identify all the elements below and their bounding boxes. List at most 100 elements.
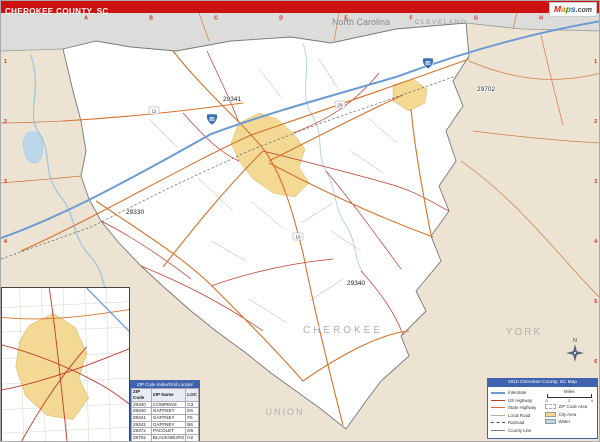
legend-item: Local Road (491, 411, 541, 419)
cell: B6 (186, 421, 199, 428)
cell: 29340 (132, 408, 152, 415)
legend-label: State Highway (508, 405, 536, 410)
map-legend: 2010 Cherokee County, SC Map Interstate … (487, 378, 598, 439)
table-row: 29330 COWPENS C3 (132, 401, 199, 408)
cell: E6 (186, 408, 199, 415)
legend-item: Railroad (491, 419, 541, 427)
city-area-swatch (545, 412, 556, 417)
shield-number: 85 (209, 117, 215, 123)
water-swatch (545, 419, 556, 424)
logo-letter: M (554, 4, 561, 14)
zip-label-29330: 29330 (126, 209, 144, 216)
table-row: 29342 GAFFNEY B6 (132, 421, 199, 428)
scale-tick: 4 (591, 398, 593, 403)
legend-item: US Highway (491, 396, 541, 404)
local-road-swatch (491, 415, 505, 416)
cell: PACOLET (151, 428, 185, 435)
zip-index-title: ZIP Code Index/Grid Locator (131, 381, 199, 388)
compass-center (574, 352, 576, 354)
svg-text:C: C (214, 16, 218, 22)
legend-label: Water (559, 419, 571, 424)
table-row: 29372 PACOLET D6 (132, 428, 199, 435)
legend-item: ZIP Code Area (545, 403, 595, 411)
svg-text:2: 2 (594, 119, 597, 125)
title-bar: CHEROKEE COUNTY, SC (1, 1, 600, 13)
legend-title: 2010 Cherokee County, SC Map (488, 379, 597, 387)
zip-label-29340: 29340 (347, 280, 365, 287)
svg-text:4: 4 (594, 239, 597, 245)
inset-map-art (2, 288, 129, 441)
table-row: 29702 BLACKSBURG H2 (132, 435, 199, 442)
legend-label: ZIP Code Area (559, 404, 588, 409)
logo-letter: .com (576, 7, 592, 14)
state-highway-swatch (491, 407, 505, 408)
route-number: 18 (295, 234, 301, 240)
legend-item: Water (545, 418, 595, 426)
cell: COWPENS (151, 401, 185, 408)
cell: F5 (186, 415, 199, 422)
zip-code-index: ZIP Code Index/Grid Locator ZIP Code ZIP… (130, 380, 200, 442)
svg-text:F: F (409, 16, 412, 22)
zip-label-29702: 29702 (477, 86, 495, 93)
svg-text:6: 6 (594, 359, 597, 365)
cell: BLACKSBURG (151, 435, 185, 442)
cell: GAFFNEY (151, 421, 185, 428)
svg-text:G: G (474, 16, 478, 22)
zip-index-table: ZIP Code ZIP Name LOC 29330 COWPENS C3 2… (131, 388, 199, 442)
cell: 29341 (132, 415, 152, 422)
svg-text:D: D (279, 16, 283, 22)
cell: 29342 (132, 421, 152, 428)
svg-text:1: 1 (4, 59, 7, 65)
col-zip-code: ZIP Code (132, 389, 152, 401)
compass-north-label: N (573, 338, 577, 344)
railroad-swatch (491, 422, 505, 423)
svg-text:4: 4 (4, 239, 7, 245)
legend-label: County Line (508, 428, 531, 433)
legend-right-column: Miles 0 2 4 ZIP Code Area City Area Wate… (545, 389, 595, 434)
state-label-north-carolina: North Carolina (332, 17, 390, 27)
maps-com-logo: Maps.com (549, 2, 597, 17)
county-label-cherokee: CHEROKEE (303, 325, 383, 336)
legend-item: Interstate (491, 389, 541, 397)
zip-label-29341: 29341 (223, 96, 241, 103)
legend-item: County Line (491, 426, 541, 434)
county-label-york: YORK (506, 327, 542, 338)
page-title: CHEROKEE COUNTY, SC (1, 6, 109, 18)
zip-area-swatch (545, 404, 556, 409)
cell: 29330 (132, 401, 152, 408)
legend-label: US Highway (508, 398, 532, 403)
table-row: 29340 GAFFNEY E6 (132, 408, 199, 415)
svg-text:3: 3 (4, 179, 7, 185)
route-marker-11: 11 (149, 107, 159, 114)
svg-text:H: H (539, 16, 543, 22)
route-marker-29: 29 (335, 101, 345, 108)
cell: GAFFNEY (151, 408, 185, 415)
svg-text:3: 3 (594, 179, 597, 185)
us-highway-swatch (491, 400, 505, 401)
cell: C3 (186, 401, 199, 408)
scale-tick: 2 (568, 398, 570, 403)
table-row: 29341 GAFFNEY F5 (132, 415, 199, 422)
shield-number: 85 (425, 61, 431, 67)
col-loc: LOC (186, 389, 199, 401)
legend-label: Interstate (508, 390, 526, 395)
svg-text:1: 1 (594, 59, 597, 65)
county-line-swatch (491, 430, 505, 431)
legend-item: City Area (545, 410, 595, 418)
legend-label: Local Road (508, 413, 530, 418)
county-label-union: UNION (266, 407, 305, 417)
cell: 29372 (132, 428, 152, 435)
legend-label: City Area (559, 412, 577, 417)
svg-text:B: B (149, 16, 153, 22)
inset-map (1, 287, 130, 442)
scale-tick: 0 (546, 398, 548, 403)
cell: D6 (186, 428, 199, 435)
legend-label: Railroad (508, 420, 524, 425)
route-number: 29 (337, 102, 343, 108)
map-page: CHEROKEE COUNTY, SC Maps.com (0, 0, 600, 442)
cell: 29702 (132, 435, 152, 442)
cell: GAFFNEY (151, 415, 185, 422)
legend-item: State Highway (491, 404, 541, 412)
cell: H2 (186, 435, 199, 442)
svg-text:5: 5 (594, 299, 597, 305)
